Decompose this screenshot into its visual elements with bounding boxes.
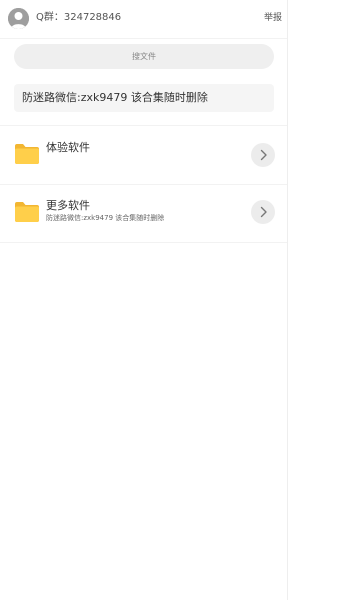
user-avatar-icon (8, 8, 29, 29)
folder-title: 体验软件 (46, 141, 90, 154)
notice-banner: 防迷路微信:zxk9479 该合集随时删除 (14, 84, 274, 112)
header-bar: Q群：324728846 举报 (0, 0, 287, 39)
report-link[interactable]: 举报 (264, 12, 282, 24)
folder-icon (14, 201, 40, 223)
folder-row-trial-software[interactable]: 体验软件 (0, 126, 287, 184)
chevron-right-icon (260, 149, 267, 161)
folder-title: 更多软件 (46, 199, 90, 212)
chevron-right-icon (260, 206, 267, 218)
divider (0, 242, 287, 243)
file-list-page: Q群：324728846 举报 搜文件 防迷路微信:zxk9479 该合集随时删… (0, 0, 288, 600)
search-files-button[interactable]: 搜文件 (14, 44, 274, 69)
open-folder-button[interactable] (251, 200, 275, 224)
folder-subtitle: 防迷路微信:zxk9479 该合集随时删除 (46, 214, 165, 222)
folder-row-more-software[interactable]: 更多软件 防迷路微信:zxk9479 该合集随时删除 (0, 185, 287, 243)
group-number-text: Q群：324728846 (36, 12, 122, 23)
avatar[interactable] (8, 8, 29, 29)
open-folder-button[interactable] (251, 143, 275, 167)
folder-icon (14, 143, 40, 165)
